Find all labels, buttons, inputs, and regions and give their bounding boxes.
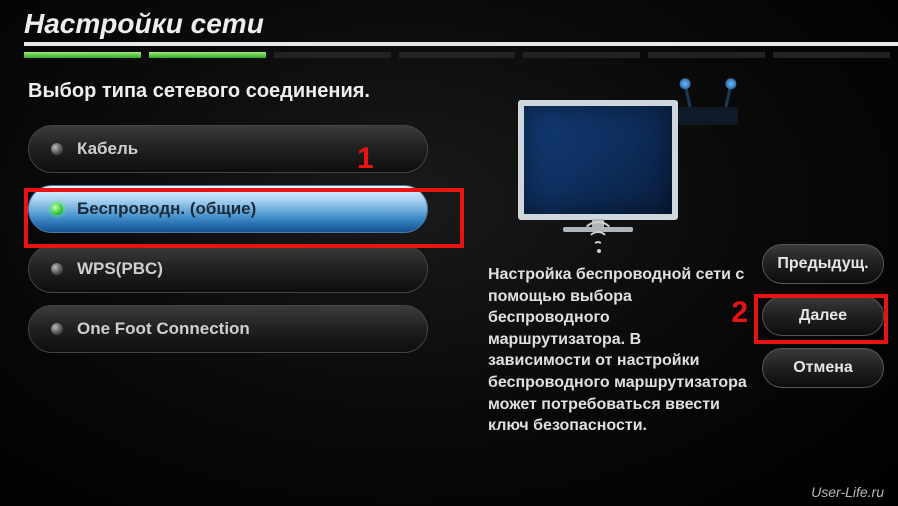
wifi-icon [578, 225, 618, 253]
prev-button[interactable]: Предыдущ. [762, 244, 884, 284]
progress-seg [24, 52, 141, 58]
next-button[interactable]: Далее [762, 296, 884, 336]
radio-icon [51, 323, 63, 335]
cancel-button[interactable]: Отмена [762, 348, 884, 388]
option-wps-pbc[interactable]: WPS(PBC) [28, 245, 428, 293]
annotation-number-1: 1 [357, 142, 374, 176]
radio-icon [51, 203, 63, 215]
annotation-number-2: 2 [731, 296, 748, 330]
button-label: Отмена [793, 359, 853, 377]
nav-buttons: Предыдущ. Далее Отмена [762, 244, 884, 388]
connection-type-list: Кабель Беспроводн. (общие) WPS(PBC) One … [28, 125, 468, 353]
header: Настройки сети [0, 0, 898, 62]
illustration [498, 80, 758, 250]
progress-seg [523, 52, 640, 58]
progress-seg [648, 52, 765, 58]
progress-seg [274, 52, 391, 58]
subtitle: Выбор типа сетевого соединения. [28, 80, 468, 103]
option-description: Настройка беспроводной сети с помощью вы… [488, 264, 748, 437]
option-label: One Foot Connection [77, 319, 250, 339]
option-label: Кабель [77, 139, 138, 159]
radio-icon [51, 143, 63, 155]
option-wireless-general[interactable]: Беспроводн. (общие) [28, 185, 428, 233]
option-one-foot-connection[interactable]: One Foot Connection [28, 305, 428, 353]
tv-icon [518, 100, 678, 220]
page-title: Настройки сети [24, 8, 898, 40]
progress-seg [399, 52, 516, 58]
button-label: Далее [799, 307, 847, 325]
button-label: Предыдущ. [777, 255, 868, 273]
router-icon [668, 80, 748, 125]
progress-seg [773, 52, 890, 58]
title-underline [24, 42, 898, 46]
watermark: User-Life.ru [811, 484, 884, 500]
wizard-progress [24, 52, 898, 58]
option-label: WPS(PBC) [77, 259, 163, 279]
radio-icon [51, 263, 63, 275]
progress-seg [149, 52, 266, 58]
option-label: Беспроводн. (общие) [77, 199, 256, 219]
